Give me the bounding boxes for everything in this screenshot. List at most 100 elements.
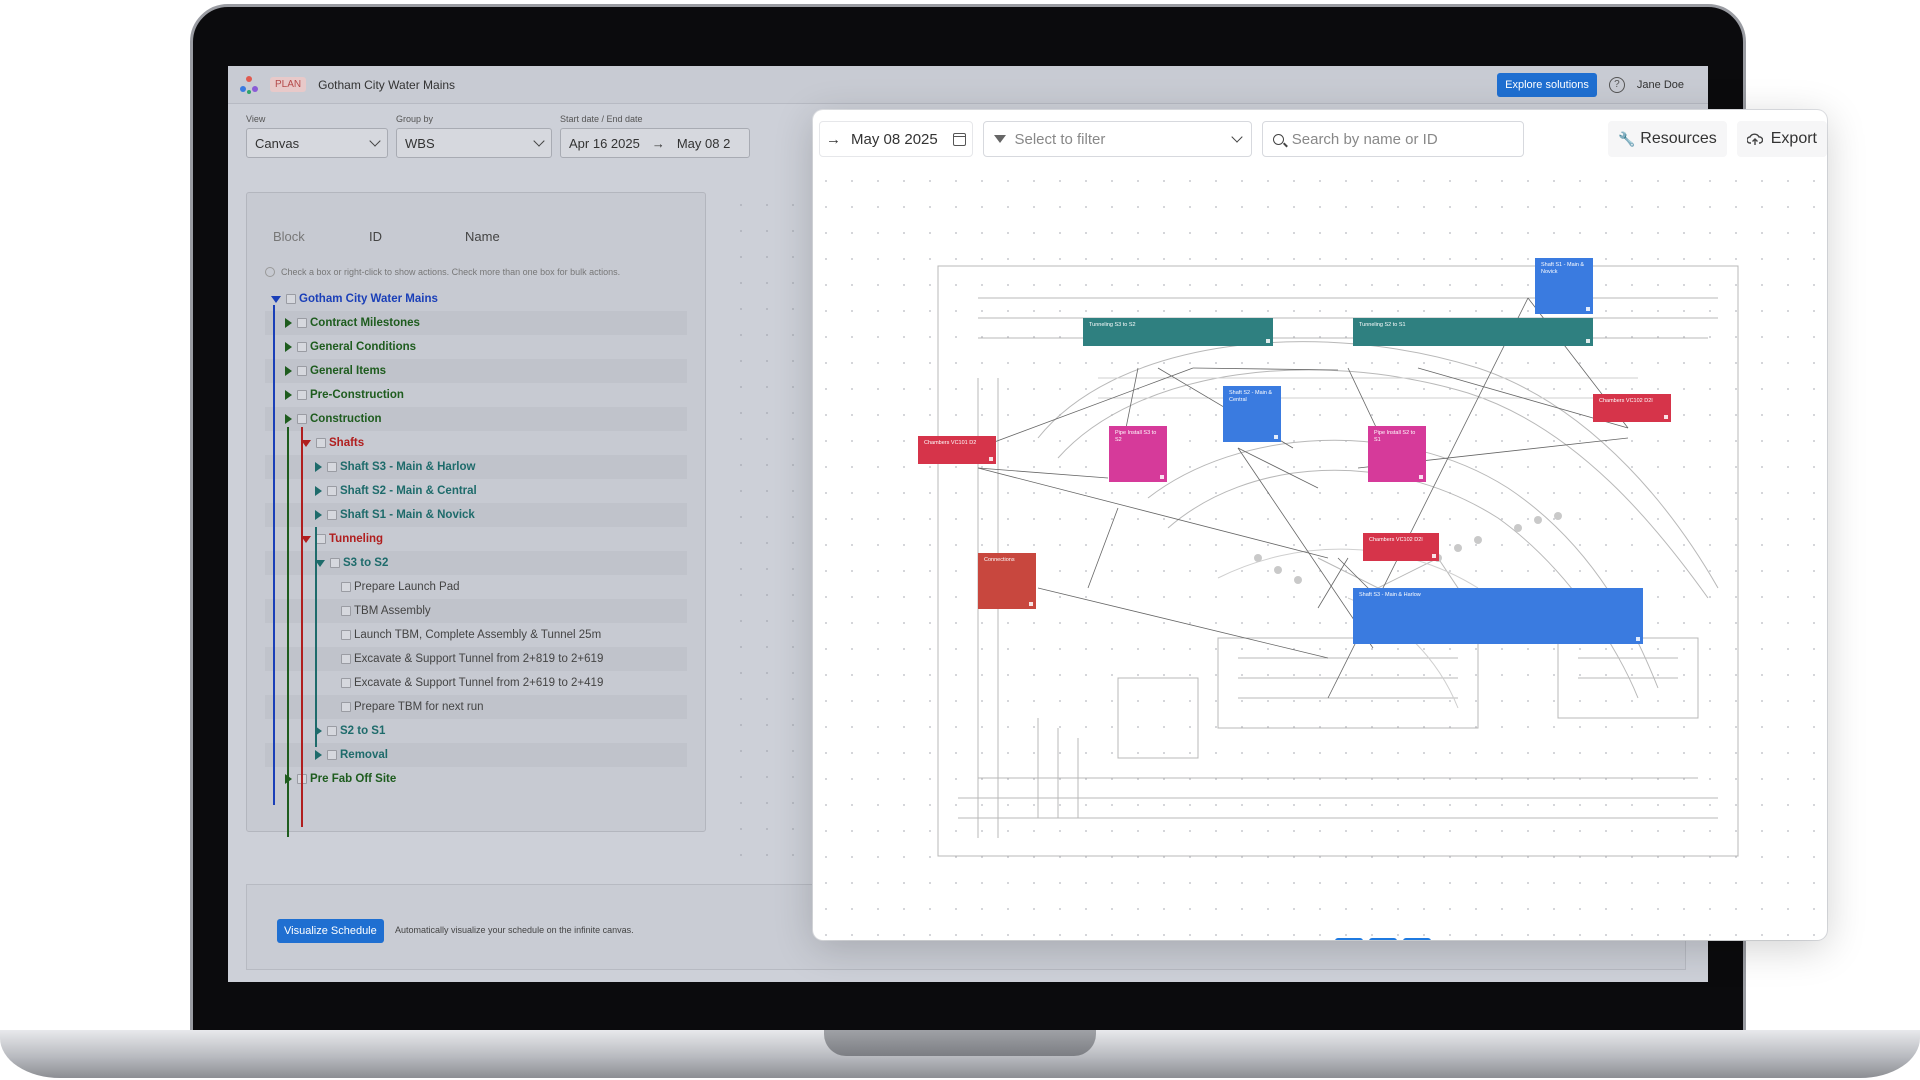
row-checkbox[interactable]	[327, 750, 337, 760]
row-checkbox[interactable]	[297, 318, 307, 328]
caret-down-icon[interactable]	[271, 295, 281, 303]
date-range-label: Start date / End date	[560, 114, 643, 124]
tree-row-label: TBM Assembly	[354, 605, 431, 617]
schedule-node[interactable]: Chambers VC102 D2I	[1363, 533, 1439, 561]
fit-grid-icon[interactable]: ⊞	[1301, 938, 1329, 940]
row-checkbox[interactable]	[341, 630, 351, 640]
help-circle-icon[interactable]: ?	[1608, 76, 1625, 93]
row-checkbox[interactable]	[330, 558, 340, 568]
tree-row[interactable]: Launch TBM, Complete Assembly & Tunnel 2…	[265, 623, 687, 647]
row-checkbox[interactable]	[327, 510, 337, 520]
tree-row[interactable]: Shafts	[265, 431, 687, 455]
laptop-notch	[824, 1030, 1096, 1056]
caret-right-icon[interactable]	[315, 510, 322, 520]
tree-row[interactable]: Gotham City Water Mains	[265, 287, 687, 311]
infinite-canvas[interactable]: Shaft S1 - Main & Novick Tunneling S3 to …	[813, 168, 1827, 940]
row-checkbox[interactable]	[327, 462, 337, 472]
row-checkbox[interactable]	[327, 486, 337, 496]
export-button[interactable]: Export	[1736, 121, 1827, 157]
schedule-node[interactable]: Shaft S2 - Main & Central	[1223, 386, 1281, 442]
row-checkbox[interactable]	[327, 726, 337, 736]
row-checkbox[interactable]	[297, 366, 307, 376]
route-right-icon[interactable]: ↱	[1369, 938, 1397, 940]
project-title: Gotham City Water Mains	[318, 77, 456, 92]
tree-hint: Check a box or right-click to show actio…	[265, 262, 705, 282]
tree-row[interactable]: Shaft S2 - Main & Central	[265, 479, 687, 503]
row-checkbox[interactable]	[341, 582, 351, 592]
route-left-icon[interactable]: ↰	[1335, 938, 1363, 940]
caret-right-icon[interactable]	[285, 342, 292, 352]
caret-right-icon[interactable]	[285, 390, 292, 400]
tree-rows: Gotham City Water Mains Contract Mileston…	[265, 287, 687, 837]
tree-row[interactable]: S3 to S2	[265, 551, 687, 575]
column-id[interactable]: ID	[369, 229, 465, 244]
app-logo-icon	[240, 75, 258, 94]
tree-hierarchy-rail	[315, 527, 317, 747]
tree-row[interactable]: S2 to S1	[265, 719, 687, 743]
caret-right-icon[interactable]	[315, 750, 322, 760]
row-checkbox[interactable]	[297, 390, 307, 400]
caret-right-icon[interactable]	[285, 414, 292, 424]
canvas-date-picker[interactable]: → May 08 2025	[819, 121, 974, 157]
caret-right-icon[interactable]	[315, 486, 322, 496]
start-date: Apr 16 2025	[569, 135, 640, 151]
visualize-schedule-button[interactable]: Visualize Schedule	[277, 919, 384, 943]
row-checkbox[interactable]	[297, 414, 307, 424]
row-checkbox[interactable]	[316, 438, 326, 448]
schedule-node[interactable]: Chambers VC102 D2I	[1593, 394, 1671, 422]
user-name[interactable]: Jane Doe	[1637, 79, 1684, 91]
zoom-out-icon[interactable]: ⊖	[1233, 938, 1261, 940]
explore-solutions-button[interactable]: Explore solutions	[1497, 72, 1597, 97]
canvas-toolbar: → May 08 2025 Select to filter Search by…	[813, 110, 1827, 168]
tree-row[interactable]: General Items	[265, 359, 687, 383]
tree-row-label: Pre-Construction	[310, 389, 404, 401]
schedule-node[interactable]: Chambers VC101 D2	[918, 436, 996, 464]
tree-row[interactable]: Prepare Launch Pad	[265, 575, 687, 599]
schedule-node[interactable]: Shaft S1 - Main & Novick	[1535, 258, 1593, 314]
arrow-up-icon[interactable]: ↑	[1437, 938, 1465, 940]
tree-row[interactable]: Tunneling	[265, 527, 687, 551]
tree-row[interactable]: Shaft S3 - Main & Harlow	[265, 455, 687, 479]
schedule-node[interactable]: Tunneling S2 to S1	[1353, 318, 1593, 346]
tree-row-label: Shafts	[329, 437, 365, 449]
schedule-node[interactable]: Pipe Install S2 to S1	[1368, 426, 1426, 482]
row-checkbox[interactable]	[286, 294, 296, 304]
plan-badge: PLAN	[270, 77, 307, 92]
group-by-select[interactable]: WBS	[396, 128, 552, 158]
filter-select[interactable]: Select to filter	[983, 121, 1252, 157]
tree-row[interactable]: Construction	[265, 407, 687, 431]
tree-row[interactable]: Shaft S1 - Main & Novick	[265, 503, 687, 527]
row-checkbox[interactable]	[341, 606, 351, 616]
tree-row[interactable]: Pre-Construction	[265, 383, 687, 407]
tree-row[interactable]: TBM Assembly	[265, 599, 687, 623]
tree-row[interactable]: Excavate & Support Tunnel from 2+619 to …	[265, 671, 687, 695]
row-checkbox[interactable]	[316, 534, 326, 544]
schedule-node[interactable]: Tunneling S3 to S2	[1083, 318, 1273, 346]
zoom-in-icon[interactable]: ⊕	[1267, 938, 1295, 940]
row-checkbox[interactable]	[297, 342, 307, 352]
date-range-picker[interactable]: Apr 16 2025 → May 08 2	[560, 128, 750, 158]
schedule-node[interactable]: Pipe Install S3 to S2	[1109, 426, 1167, 482]
caret-right-icon[interactable]	[285, 318, 292, 328]
caret-right-icon[interactable]	[315, 462, 322, 472]
row-checkbox[interactable]	[341, 654, 351, 664]
view-select[interactable]: Canvas	[246, 128, 388, 158]
column-block[interactable]: Block	[273, 229, 369, 244]
tree-row[interactable]: Pre Fab Off Site	[265, 767, 687, 791]
arrow-right-icon: →	[651, 135, 665, 151]
row-checkbox[interactable]	[341, 702, 351, 712]
arrow-right-icon: →	[826, 130, 841, 148]
search-input[interactable]: Search by name or ID	[1261, 121, 1525, 157]
tree-row[interactable]: Removal	[265, 743, 687, 767]
tree-row[interactable]: Excavate & Support Tunnel from 2+819 to …	[265, 647, 687, 671]
column-name[interactable]: Name	[465, 229, 500, 244]
tree-row[interactable]: Contract Milestones	[265, 311, 687, 335]
schedule-node[interactable]: Shaft S3 - Main & Harlow	[1353, 588, 1643, 644]
collapse-icon[interactable]: ⤡	[1403, 938, 1431, 940]
tree-row[interactable]: Prepare TBM for next run	[265, 695, 687, 719]
row-checkbox[interactable]	[341, 678, 351, 688]
tree-row[interactable]: General Conditions	[265, 335, 687, 359]
resources-button[interactable]: 🔧 Resources	[1608, 121, 1727, 157]
caret-right-icon[interactable]	[285, 366, 292, 376]
schedule-node[interactable]: Connections	[978, 553, 1036, 609]
